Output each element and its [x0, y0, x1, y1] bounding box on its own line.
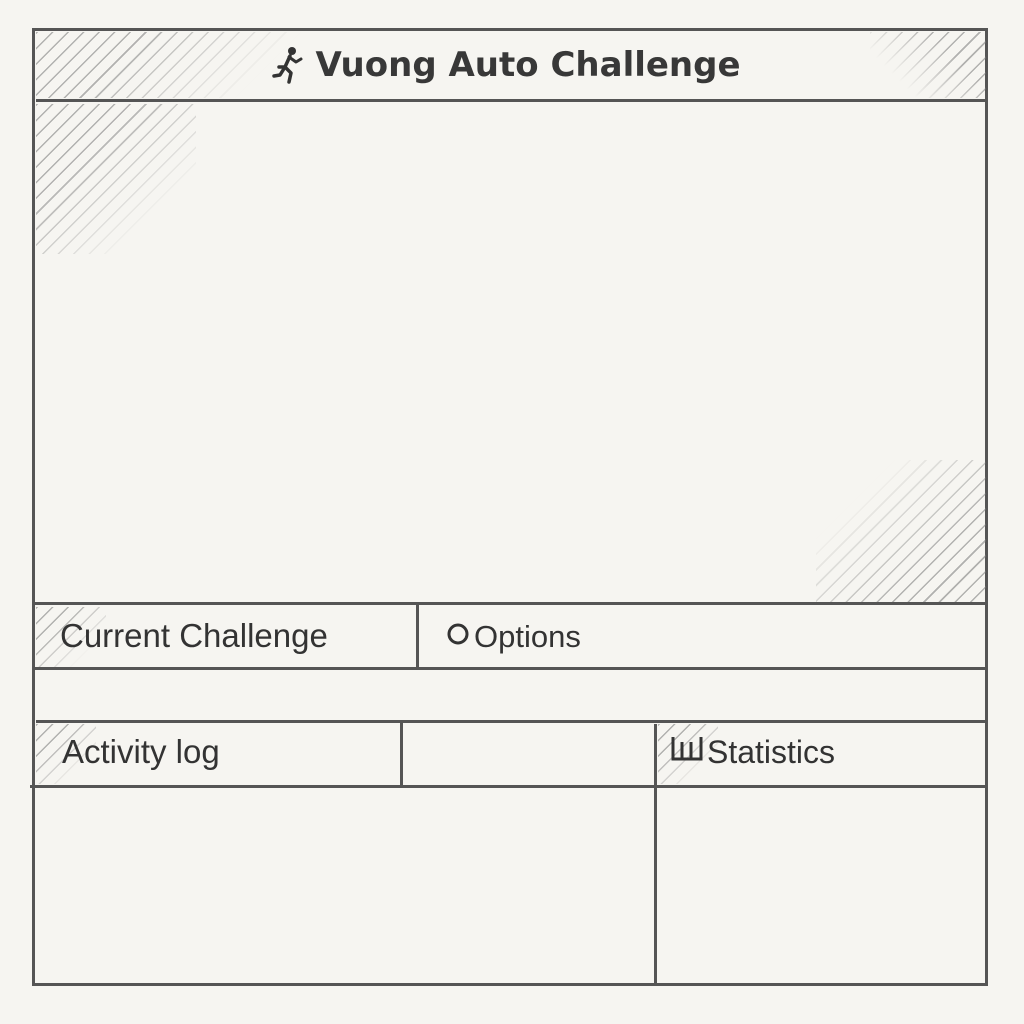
app-title: Vuong Auto Challenge — [315, 45, 741, 85]
activity-log-header: Activity log — [62, 733, 392, 779]
panel-header-top-divider — [36, 720, 988, 723]
activity-header-separator — [400, 722, 403, 786]
tab-options[interactable]: Options — [446, 619, 976, 663]
statistics-title: Statistics — [707, 734, 836, 770]
circle-icon — [446, 618, 470, 654]
challenge-detail-strip — [36, 670, 986, 718]
bar-chart-icon — [670, 733, 704, 770]
tab-current-challenge[interactable]: Current Challenge — [60, 617, 410, 661]
tab-separator — [416, 604, 419, 668]
statistics-header: Statistics — [670, 734, 980, 780]
tab-current-challenge-label: Current Challenge — [60, 617, 328, 654]
panel-header-bottom-divider — [30, 785, 988, 788]
tab-options-label: Options — [474, 619, 581, 654]
challenge-canvas — [36, 104, 986, 600]
statistics-panel — [659, 790, 986, 984]
panels-separator — [654, 724, 657, 986]
activity-log-panel[interactable] — [36, 790, 652, 984]
title-divider — [36, 99, 986, 102]
canvas-bottom-divider — [34, 602, 988, 605]
activity-log-title: Activity log — [62, 733, 220, 770]
runner-icon — [271, 45, 305, 85]
title-bar: Vuong Auto Challenge — [32, 28, 988, 102]
